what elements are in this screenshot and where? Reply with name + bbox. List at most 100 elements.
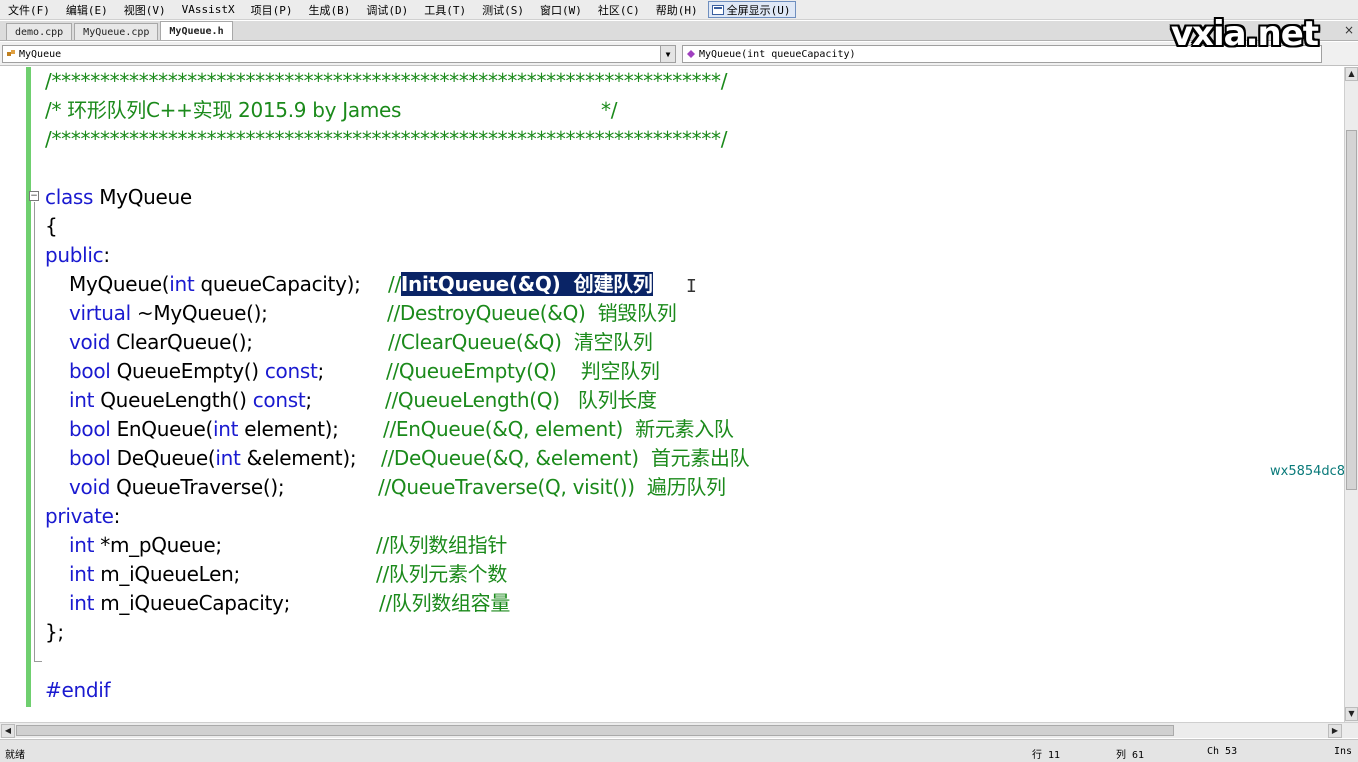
horizontal-scrollbar[interactable]: ◀ ▶: [0, 722, 1358, 738]
keyword: void: [69, 330, 111, 354]
keyword: class: [45, 185, 94, 209]
identifier: QueueTraverse();: [110, 475, 285, 499]
menu-test[interactable]: 测试(S): [474, 2, 532, 18]
scope-dropdown-arrow[interactable]: ▼: [660, 45, 676, 63]
keyword: bool: [69, 359, 111, 383]
identifier: QueueEmpty(): [110, 359, 265, 383]
menu-tools[interactable]: 工具(T): [416, 2, 474, 18]
keyword: bool: [69, 417, 111, 441]
identifier: QueueLength(): [94, 388, 253, 412]
code-line: class MyQueue: [45, 183, 192, 212]
code-line: public:: [45, 241, 110, 270]
tab-label: MyQueue.h: [169, 25, 224, 37]
keyword: int: [69, 562, 95, 586]
tab-myqueue-h[interactable]: MyQueue.h: [160, 21, 233, 40]
status-line: 行 11: [1032, 750, 1061, 761]
menu-build[interactable]: 生成(B): [300, 2, 358, 18]
code-line: /***************************************…: [45, 69, 728, 93]
change-margin: [26, 67, 31, 707]
code-line: bool EnQueue(int element);: [69, 415, 339, 444]
identifier: queueCapacity);: [194, 272, 379, 296]
menu-debug[interactable]: 调试(D): [358, 2, 416, 18]
identifier: *m_pQueue;: [94, 533, 222, 557]
status-insert-mode: Ins: [1334, 746, 1353, 757]
code-line: };: [45, 620, 64, 644]
code-line: int QueueLength() const;: [69, 386, 312, 415]
horizontal-scroll-thumb[interactable]: [16, 725, 1174, 736]
code-comment: //DestroyQueue(&Q) 销毁队列: [387, 301, 677, 325]
code-comment: //队列数组容量: [379, 591, 511, 615]
tab-label: demo.cpp: [15, 26, 64, 38]
document-tab-bar: demo.cpp MyQueue.cpp MyQueue.h ×: [0, 21, 1358, 41]
scope-dropdown[interactable]: MyQueue: [2, 45, 662, 63]
text-cursor-icon: I: [686, 276, 697, 297]
code-comment: //InitQueue(&Q) 创建队列: [388, 270, 653, 299]
close-icon[interactable]: ×: [1344, 23, 1354, 37]
punctuation: :: [113, 504, 121, 528]
punctuation: ;: [305, 388, 312, 412]
menu-view[interactable]: 视图(V): [116, 2, 174, 18]
menu-community[interactable]: 社区(C): [590, 2, 648, 18]
fold-guide-end: [34, 661, 42, 662]
keyword: public: [45, 243, 104, 267]
scroll-up-icon[interactable]: ▲: [1345, 67, 1358, 81]
code-comment: //DeQueue(&Q, &element) 首元素出队: [381, 446, 750, 470]
code-line: /* 环形队列C++实现 2015.9 by James */: [45, 98, 618, 122]
scroll-left-icon[interactable]: ◀: [1, 724, 15, 738]
menu-vassistx[interactable]: VAssistX: [174, 3, 243, 16]
identifier: EnQueue(: [110, 417, 214, 441]
menu-file[interactable]: 文件(F): [0, 2, 58, 18]
identifier: DeQueue(: [110, 446, 216, 470]
scroll-down-icon[interactable]: ▼: [1345, 707, 1358, 721]
code-line: bool DeQueue(int &element);: [69, 444, 357, 473]
navigation-bar: MyQueue ▼ MyQueue(int queueCapacity): [0, 42, 1358, 66]
code-line: {: [45, 214, 58, 238]
identifier: m_iQueueLen;: [94, 562, 240, 586]
menu-window[interactable]: 窗口(W): [532, 2, 590, 18]
code-line: void QueueTraverse();: [69, 473, 285, 502]
fold-collapse-icon[interactable]: −: [29, 191, 39, 201]
identifier: &element);: [240, 446, 357, 470]
selected-text: InitQueue(&Q) 创建队列: [400, 272, 653, 296]
side-identifier: wx5854dc86d: [1270, 464, 1344, 479]
identifier: MyQueue(: [69, 272, 170, 296]
scroll-right-icon[interactable]: ▶: [1328, 724, 1342, 738]
code-line: void ClearQueue();: [69, 328, 253, 357]
vertical-scroll-thumb[interactable]: [1346, 130, 1357, 490]
tab-myqueue-cpp[interactable]: MyQueue.cpp: [74, 23, 159, 40]
tab-demo-cpp[interactable]: demo.cpp: [6, 23, 73, 40]
code-comment: //EnQueue(&Q, element) 新元素入队: [383, 417, 734, 441]
vertical-scrollbar[interactable]: ▲ ▼: [1344, 67, 1358, 722]
keyword: int: [69, 533, 95, 557]
status-bar: 就绪 行 11 列 61 Ch 53 Ins: [0, 739, 1358, 762]
tab-label: MyQueue.cpp: [83, 26, 150, 38]
identifier: element);: [238, 417, 339, 441]
keyword: const: [264, 359, 318, 383]
identifier: m_iQueueCapacity;: [94, 591, 291, 615]
menu-bar: 文件(F) 编辑(E) 视图(V) VAssistX 项目(P) 生成(B) 调…: [0, 0, 1358, 20]
code-comment: //队列元素个数: [376, 562, 508, 586]
keyword: void: [69, 475, 111, 499]
comment-prefix: //: [388, 272, 401, 296]
status-char: Ch 53: [1207, 746, 1238, 757]
keyword: int: [69, 388, 95, 412]
status-ready: 就绪: [5, 750, 25, 761]
fullscreen-button[interactable]: 全屏显示(U): [707, 1, 797, 18]
code-line: private:: [45, 502, 120, 531]
menu-help[interactable]: 帮助(H): [648, 2, 706, 18]
status-column: 列 61: [1116, 750, 1145, 761]
punctuation: ;: [317, 359, 325, 383]
menu-project[interactable]: 项目(P): [243, 2, 301, 18]
code-editor[interactable]: /***************************************…: [0, 67, 1344, 722]
code-line: /***************************************…: [45, 127, 728, 151]
code-comment: //ClearQueue(&Q) 清空队列: [388, 330, 653, 354]
menu-edit[interactable]: 编辑(E): [58, 2, 116, 18]
punctuation: :: [103, 243, 110, 267]
identifier: ClearQueue();: [110, 330, 253, 354]
code-line: int *m_pQueue;: [69, 531, 222, 560]
member-value: MyQueue(int queueCapacity): [699, 48, 856, 60]
method-icon: [687, 50, 695, 58]
code-comment: //QueueTraverse(Q, visit()) 遍历队列: [378, 475, 726, 499]
keyword: bool: [69, 446, 111, 470]
code-line: int m_iQueueLen;: [69, 560, 240, 589]
